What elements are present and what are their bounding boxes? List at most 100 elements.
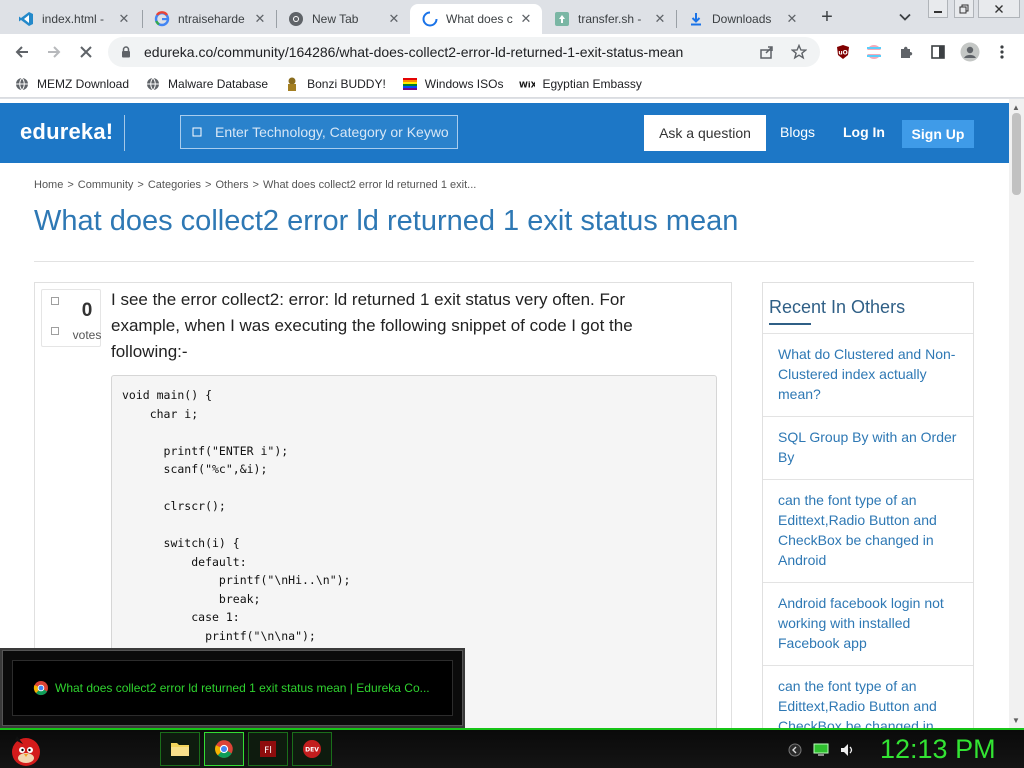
dev-app-icon: DEV [302,739,322,759]
extension-flag-icon[interactable] [863,41,885,63]
bookmark-star-icon[interactable] [788,41,810,63]
forward-arrow-icon[interactable] [42,40,66,64]
breadcrumb-separator: > [252,179,259,191]
chrome-icon [33,680,49,696]
taskbar-dev-app[interactable]: DEV [292,732,332,766]
chrome-icon [288,11,304,27]
menu-kebab-icon[interactable] [991,41,1013,63]
scrollbar-thumb[interactable] [1012,113,1021,195]
start-button-angry-bird-icon[interactable] [6,730,46,768]
bonzi-icon [284,76,300,92]
stop-loading-icon[interactable] [74,40,98,64]
search-icon [191,126,203,138]
share-icon[interactable] [756,41,778,63]
page-scrollbar[interactable]: ▲ ▼ [1009,99,1024,729]
loading-spinner-icon [422,11,438,27]
sidebar-list: What do Clustered and Non-Clustered inde… [763,333,973,729]
scroll-down-arrow-icon[interactable]: ▼ [1012,716,1020,725]
tab-transfer[interactable]: transfer.sh - ✕ [542,4,676,34]
ask-question-button[interactable]: Ask a question [644,115,766,151]
window-close-icon[interactable] [978,0,1020,18]
flash-icon: Fl [259,740,277,758]
recent-others-sidebar: Recent In Others What do Clustered and N… [762,282,974,729]
browser-tab-strip: index.html - ✕ ntraiseharde ✕ New Tab ✕ … [0,0,1024,34]
taskbar-file-explorer[interactable] [160,732,200,766]
breadcrumb-categories[interactable]: Categories [148,179,201,191]
site-search-box[interactable] [180,115,458,149]
bookmark-windows-isos[interactable]: Windows ISOs [402,72,503,96]
close-icon[interactable]: ✕ [784,11,800,27]
breadcrumb-community[interactable]: Community [78,179,134,191]
breadcrumb-others[interactable]: Others [215,179,248,191]
minimize-icon[interactable] [928,0,948,18]
edureka-logo[interactable]: edureka! [20,119,113,145]
close-icon[interactable]: ✕ [518,11,534,27]
close-icon[interactable]: ✕ [252,11,268,27]
site-search-input[interactable] [215,124,455,140]
tab-title: Downloads [712,12,772,26]
question-body: I see the error collect2: error: ld retu… [111,290,633,361]
bookmark-egyptian-embassy[interactable]: WiX Egyptian Embassy [519,72,641,96]
sidebar-link[interactable]: SQL Group By with an Order By [763,416,973,479]
tab-active-question[interactable]: What does c ✕ [410,4,542,34]
address-bar[interactable]: edureka.co/community/164286/what-does-co… [108,37,820,67]
signup-button[interactable]: Sign Up [902,120,974,148]
page-viewport: edureka! Ask a question Blogs Log In Sig… [0,99,1024,729]
code-snippet: void main() { char i; printf("ENTER i");… [122,388,351,643]
tray-expand-icon[interactable] [786,741,804,759]
close-icon[interactable]: ✕ [652,11,668,27]
tab-vscode[interactable]: index.html - ✕ [6,4,140,34]
taskbar-chrome[interactable] [204,732,244,766]
site-header: edureka! Ask a question Blogs Log In Sig… [0,103,1009,163]
bookmarks-bar: MEMZ Download Malware Database Bonzi BUD… [0,70,1024,98]
bookmark-memz-download[interactable]: MEMZ Download [14,72,129,96]
new-tab-plus-icon[interactable]: + [816,6,838,28]
scroll-up-arrow-icon[interactable]: ▲ [1012,103,1020,112]
bookmark-label: Bonzi BUDDY! [307,76,386,91]
chrome-icon [214,739,234,759]
taskbar-apps: Fl DEV [160,732,336,768]
sidebar-link[interactable]: Android facebook login not working with … [763,582,973,665]
sidebar-link[interactable]: What do Clustered and Non-Clustered inde… [763,333,973,416]
ublock-origin-icon[interactable]: uO [832,41,854,63]
transfer-icon [554,11,570,27]
restore-icon[interactable] [954,0,974,18]
login-link[interactable]: Log In [843,124,885,140]
tab-title: What does c [446,12,513,26]
tab-title: New Tab [312,12,359,26]
close-icon[interactable]: ✕ [386,11,402,27]
google-icon [154,11,170,27]
preview-item[interactable]: What does collect2 error ld returned 1 e… [12,660,453,716]
breadcrumb-home[interactable]: Home [34,179,63,191]
bookmark-label: Egyptian Embassy [542,76,642,91]
extensions-puzzle-icon[interactable] [895,41,917,63]
logo-divider [124,115,125,151]
side-panel-icon[interactable] [927,41,949,63]
url-text[interactable]: edureka.co/community/164286/what-does-co… [144,44,756,60]
taskbar: Fl DEV 12:13 PM [0,728,1024,768]
profile-avatar-icon[interactable] [959,41,981,63]
taskbar-clock[interactable]: 12:13 PM [880,734,996,765]
bookmark-malware-database[interactable]: Malware Database [145,72,268,96]
svg-text:uO: uO [838,50,847,57]
tab-search-chevron-icon[interactable] [896,8,914,26]
tab-downloads[interactable]: Downloads ✕ [676,4,808,34]
back-arrow-icon[interactable] [10,40,34,64]
close-icon[interactable]: ✕ [116,11,132,27]
lock-icon[interactable] [118,44,134,60]
volume-icon[interactable] [838,741,856,759]
taskbar-window-preview[interactable]: What does collect2 error ld returned 1 e… [0,648,465,728]
tab-google[interactable]: ntraiseharde ✕ [142,4,276,34]
sidebar-link[interactable]: can the font type of an Edittext,Radio B… [763,665,973,729]
vote-box: 0 votes [41,289,101,347]
bookmark-bonzi-buddy[interactable]: Bonzi BUDDY! [284,72,386,96]
network-icon[interactable] [812,741,830,759]
breadcrumb-separator: > [137,179,144,191]
blogs-link[interactable]: Blogs [780,124,815,140]
tab-new-tab[interactable]: New Tab ✕ [276,4,410,34]
sidebar-link[interactable]: can the font type of an Edittext,Radio B… [763,479,973,582]
taskbar-flash[interactable]: Fl [248,732,288,766]
tab-title: ntraiseharde [178,12,245,26]
tab-title: index.html - [42,12,105,26]
download-icon [688,11,704,27]
